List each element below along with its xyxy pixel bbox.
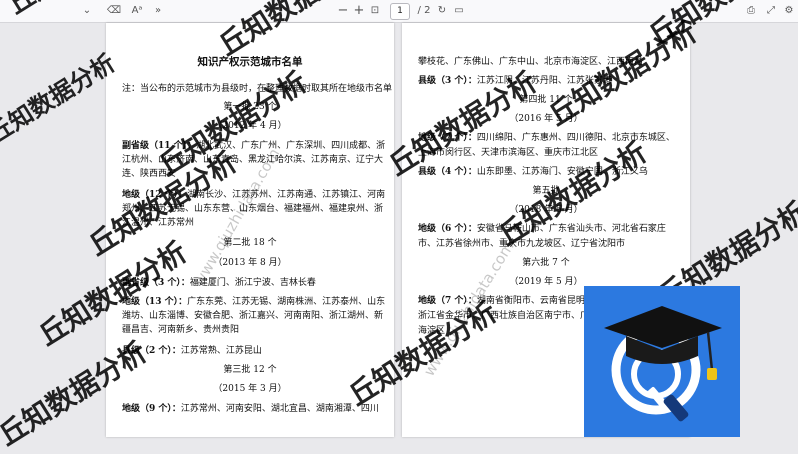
city-list: 湖北武汉、广东广州、广东深圳、四川成都、浙 [196,141,386,151]
text-line: 地级（7 个）：四川绵阳、广东惠州、四川德阳、北京市东城区、 [418,132,678,144]
watermark-text: 丘知数据分析 [0,48,121,149]
batch-heading: 第二批 18 个 [223,238,277,248]
text-line: 地级（12 个）：湖南长沙、江苏苏州、江苏南通、江苏镇江、河南 [122,189,386,201]
category-label: 县级（2 个）： [122,346,181,356]
rotate-icon[interactable]: ↻ [436,3,448,19]
category-label: 县级（3 个）： [418,76,477,86]
batch-heading: 第五批 [532,186,560,196]
category-label: 地级（13 个）： [122,297,188,307]
text-line: 潍坊、山东淄博、安徽合肥、浙江嘉兴、河南南阳、浙江湖州、新 [122,311,384,321]
batch-date: （2016 年 5 月） [509,114,583,124]
chevron-down-icon[interactable]: ⌄ [80,3,94,19]
city-list: 福建厦门、浙江宁波、吉林长春 [189,278,316,288]
city-list: 四川绵阳、广东惠州、四川德阳、北京市东城区、 [476,133,675,143]
page-number-input[interactable]: 1 [390,3,410,20]
city-list: 安徽省马鞍山市、广东省汕头市、河北省石家庄 [476,224,666,234]
batch-date: （2013 年 8 月） [213,258,287,268]
batch-heading: 第三批 12 个 [223,365,277,375]
pdf-page-1: 知识产权示范城市名单 注：当公布的示范城市为县级时，在整理数据时取其所在地级市名… [106,23,394,437]
text-tool-button[interactable]: Aᵃ [128,3,146,19]
note-text: 注：当公布的示范城市为县级时，在整理数据时取其所在地级市名单 [122,84,393,94]
city-list: 广东东莞、江苏无锡、湖南株洲、江苏泰州、山东 [187,297,386,307]
batch-heading: 第六批 7 个 [522,258,570,268]
text-line: 地级（6 个）：安徽省马鞍山市、广东省汕头市、河北省石家庄 [418,223,678,235]
category-label: 地级（7 个）： [418,296,477,306]
category-label: 地级（6 个）： [418,224,477,234]
city-list: 湖南长沙、江苏苏州、江苏南通、江苏镇江、河南 [187,190,386,200]
text-line: 县级（3 个）：江苏江阴、江苏丹阳、江苏张家港 [418,75,678,87]
batch-date: （2012 年 4 月） [213,121,287,131]
category-label: 地级（9 个）： [122,404,181,414]
graduation-magnifier-icon [604,306,722,422]
more-tools-button[interactable]: » [150,3,166,19]
page-count: / 2 [417,5,431,16]
text-line: 市、江苏省徐州市、重庆市九龙坡区、辽宁省沈阳市 [418,239,626,249]
text-line: 连、陕西西安 [122,169,177,179]
text-line: 地级（9 个）：江苏常州、河南安阳、湖北宜昌、湖南湘潭、四川 [122,403,382,415]
pdf-toolbar: ⌄ ⌫ Aᵃ » − + ⊡ 1 / 2 ↻ ▭ ⎙ ⤢ ⚙ [0,0,798,23]
settings-icon[interactable]: ⚙ [782,3,796,19]
eraser-icon[interactable]: ⌫ [106,3,122,19]
category-label: 副省级（11 个）： [122,141,197,151]
fullscreen-icon[interactable]: ⤢ [764,3,778,19]
category-label: 副省级（3 个）： [122,278,190,288]
batch-heading: 第一批 23 个 [223,102,277,112]
text-line: 地级（13 个）：广东东莞、江苏无锡、湖南株洲、江苏泰州、山东 [122,296,386,308]
city-list: 江苏常熟、江苏昆山 [180,346,262,356]
save-icon[interactable]: ⎙ [744,3,758,19]
text-line: 攀枝花、广东佛山、广东中山、北京市海淀区、江西南昌 [418,57,644,67]
category-label: 地级（7 个）： [418,133,477,143]
zoom-in-button[interactable]: + [352,3,366,19]
document-title: 知识产权示范城市名单 [197,56,303,68]
text-line: 县级（2 个）：江苏常熟、江苏昆山 [122,345,382,357]
category-label: 地级（12 个）： [122,190,188,200]
text-line: 副省级（11 个）：湖北武汉、广东广州、广东深圳、四川成都、浙 [122,140,386,152]
text-line: 郑州、江苏无锡、山东东营、山东烟台、福建福州、福建泉州、浙 [122,204,384,214]
batch-date: （2018 年 5 月） [509,205,583,215]
batch-heading: 第四批 11 个 [519,95,573,105]
zoom-out-button[interactable]: − [336,3,350,19]
text-line: 江温州、江苏常州 [122,218,195,228]
text-line: 江杭州、山东济南、山东青岛、黑龙江哈尔滨、江苏南京、辽宁大 [122,155,384,165]
city-list: 江苏常州、河南安阳、湖北宜昌、湖南湘潭、四川 [180,404,379,414]
city-list: 山东即墨、江苏海门、安徽宁国、浙江义乌 [476,167,648,177]
text-line: 上海市闵行区、天津市滨海区、重庆市江北区 [418,148,599,158]
batch-date: （2015 年 3 月） [213,384,287,394]
category-label: 县级（4 个）： [418,167,477,177]
folder-icon[interactable]: ▭ [452,3,466,19]
city-list: 江苏江阴、江苏丹阳、江苏张家港 [476,76,612,86]
text-line: 疆昌吉、河南新乡、贵州贵阳 [122,325,240,335]
fit-page-icon[interactable]: ⊡ [368,3,382,19]
text-line: 副省级（3 个）：福建厦门、浙江宁波、吉林长春 [122,277,382,289]
text-line: 县级（4 个）：山东即墨、江苏海门、安徽宁国、浙江义乌 [418,166,678,178]
city-list: 湖南省衡阳市、云南省昆明 [476,296,585,306]
brand-logo [584,286,740,437]
